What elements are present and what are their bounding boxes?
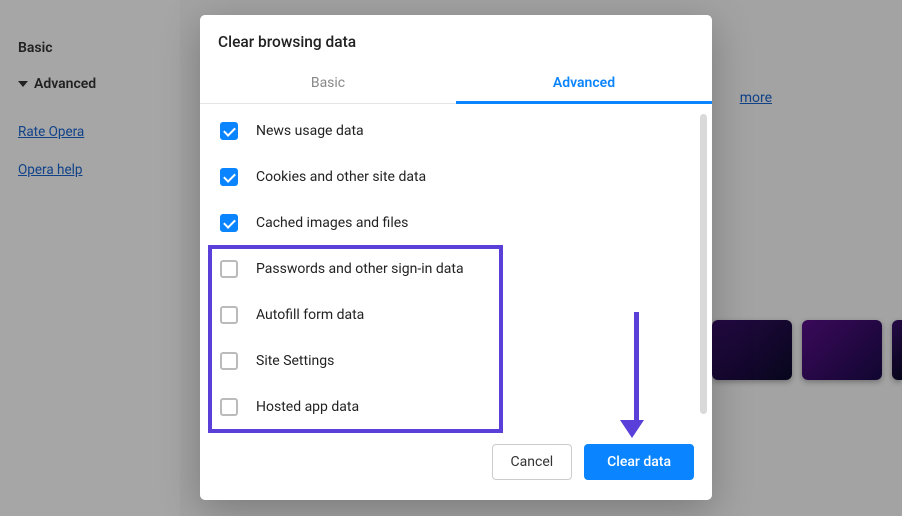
option-label: Passwords and other sign-in data xyxy=(256,261,464,277)
checkbox-news-usage[interactable] xyxy=(220,122,238,140)
checkbox-site-settings[interactable] xyxy=(220,352,238,370)
option-label: Cookies and other site data xyxy=(256,169,426,185)
option-label: News usage data xyxy=(256,123,364,139)
scrollbar[interactable] xyxy=(700,114,707,414)
dialog-title: Clear browsing data xyxy=(200,15,712,65)
tab-advanced[interactable]: Advanced xyxy=(456,65,712,103)
option-row: News usage data xyxy=(200,108,712,154)
option-label: Autofill form data xyxy=(256,307,364,323)
clear-browsing-data-dialog: Clear browsing data Basic Advanced News … xyxy=(200,15,712,500)
clear-data-button[interactable]: Clear data xyxy=(584,444,694,480)
option-row: Autofill form data xyxy=(200,292,712,338)
dialog-tabs: Basic Advanced xyxy=(200,65,712,104)
option-row: Site Settings xyxy=(200,338,712,384)
checkbox-cached[interactable] xyxy=(220,214,238,232)
option-label: Site Settings xyxy=(256,353,334,369)
checkbox-hosted-app[interactable] xyxy=(220,398,238,416)
checkbox-cookies[interactable] xyxy=(220,168,238,186)
tab-basic[interactable]: Basic xyxy=(200,65,456,103)
cancel-button[interactable]: Cancel xyxy=(492,444,573,480)
option-row: Hosted app data xyxy=(200,384,712,428)
option-row: Passwords and other sign-in data xyxy=(200,246,712,292)
checkbox-passwords[interactable] xyxy=(220,260,238,278)
dialog-footer: Cancel Clear data xyxy=(200,428,712,500)
checkbox-autofill[interactable] xyxy=(220,306,238,324)
option-label: Hosted app data xyxy=(256,399,359,415)
option-row: Cookies and other site data xyxy=(200,154,712,200)
option-row: Cached images and files xyxy=(200,200,712,246)
options-list: News usage data Cookies and other site d… xyxy=(200,104,712,428)
option-label: Cached images and files xyxy=(256,215,408,231)
